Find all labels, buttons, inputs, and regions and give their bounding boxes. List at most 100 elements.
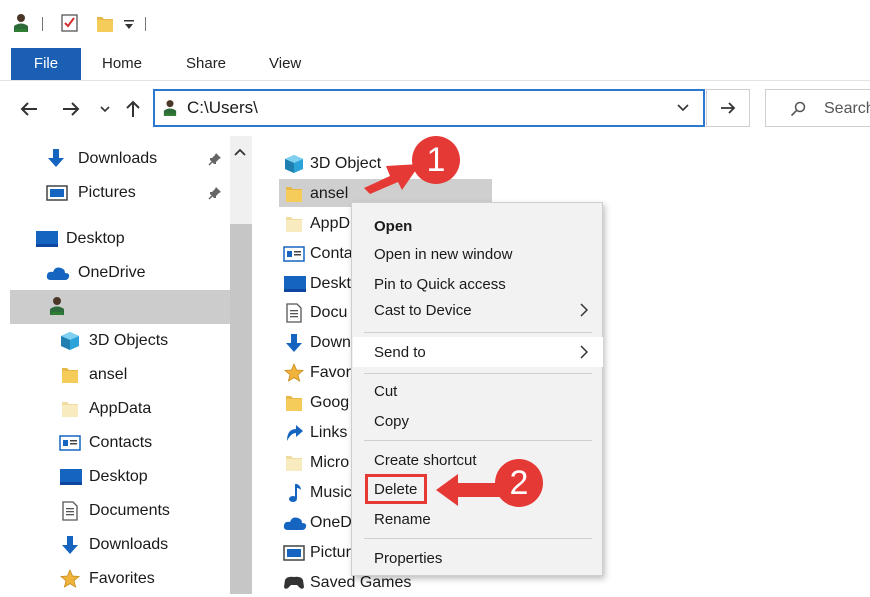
menu-separator <box>364 538 592 539</box>
content-item-label: Pictur <box>310 544 351 561</box>
nav-item-label: AppData <box>89 400 152 417</box>
nav-item-label: Contacts <box>89 434 153 451</box>
nav-item-label: Downloads <box>78 150 158 167</box>
new-folder-icon[interactable] <box>95 13 115 35</box>
toolbar-separator <box>145 17 146 31</box>
folder-faded-icon <box>284 452 304 474</box>
music-note-icon <box>286 483 302 503</box>
nav-item-label: Downloads <box>89 536 169 553</box>
folder-icon <box>284 392 304 414</box>
nav-item-label: OneDrive <box>78 264 146 281</box>
nav-scrollbar-thumb[interactable] <box>230 224 252 594</box>
content-item-documents[interactable]: Docu <box>282 299 352 327</box>
nav-item-label: Desktop <box>66 230 125 247</box>
menu-item-copy[interactable]: Copy <box>374 412 409 432</box>
folder-faded-icon <box>284 213 304 235</box>
nav-item-desktop-user[interactable]: Desktop <box>56 462 230 492</box>
nav-item-downloads[interactable]: Downloads <box>56 530 230 560</box>
nav-item-label: ansel <box>89 366 128 383</box>
content-item-label: AppD <box>310 215 351 232</box>
content-item-downloads[interactable]: Down <box>282 329 352 357</box>
content-item-desktop[interactable]: Deskt <box>282 270 352 298</box>
tab-home[interactable]: Home <box>102 48 142 80</box>
address-dropdown-chevron-icon[interactable] <box>677 104 689 112</box>
menu-item-cast-to-device[interactable]: Cast to Device <box>374 301 472 321</box>
content-item-contacts[interactable]: Conta <box>282 240 353 268</box>
quick-access-dropdown-icon[interactable] <box>123 19 135 31</box>
tab-share[interactable]: Share <box>186 48 226 80</box>
properties-checkbox-icon[interactable] <box>61 13 79 33</box>
scroll-up-chevron-icon[interactable] <box>234 148 246 156</box>
content-item-links[interactable]: Links <box>282 419 352 447</box>
content-item-label: Conta <box>310 245 353 262</box>
download-arrow-icon <box>46 148 66 168</box>
go-button[interactable] <box>706 89 750 127</box>
back-arrow-icon[interactable] <box>20 102 38 116</box>
navigation-bar: C:\Users\ Search <box>0 82 870 136</box>
content-item-label: Docu <box>310 304 348 321</box>
star-icon <box>284 363 304 383</box>
nav-item-3d-objects[interactable]: 3D Objects <box>56 326 230 356</box>
nav-item-appdata[interactable]: AppData <box>56 394 230 424</box>
pin-icon[interactable] <box>208 152 222 166</box>
menu-separator <box>364 332 592 333</box>
onedrive-cloud-icon <box>283 515 307 531</box>
content-item-appdata[interactable]: AppD <box>282 210 352 238</box>
content-item-label: ansel <box>310 185 349 202</box>
user-folder-icon <box>163 99 177 117</box>
nav-item-label: Favorites <box>89 570 155 587</box>
recent-locations-chevron-icon[interactable] <box>100 106 110 113</box>
nav-item-label: Pictures <box>78 184 136 201</box>
menu-item-properties[interactable]: Properties <box>374 549 442 569</box>
nav-item-pictures-pinned[interactable]: Pictures <box>40 178 230 208</box>
nav-item-user-selected[interactable] <box>10 290 230 324</box>
content-item-label: Goog <box>310 394 350 411</box>
search-icon <box>790 101 806 117</box>
contacts-icon <box>59 434 81 452</box>
toolbar-separator <box>42 17 43 31</box>
user-folder-icon <box>49 296 65 316</box>
content-item-pictures[interactable]: Pictur <box>282 539 352 567</box>
tab-view[interactable]: View <box>269 48 301 80</box>
menu-item-rename[interactable]: Rename <box>374 510 431 530</box>
nav-item-desktop[interactable]: Desktop <box>30 224 230 254</box>
pin-icon[interactable] <box>208 186 222 200</box>
address-path[interactable]: C:\Users\ <box>187 98 258 118</box>
content-item-label: Links <box>310 424 348 441</box>
content-item-google[interactable]: Goog <box>282 389 352 417</box>
user-folder-icon[interactable] <box>13 13 29 33</box>
desktop-icon <box>283 275 307 293</box>
content-item-microsoft[interactable]: Micro <box>282 449 352 477</box>
menu-item-pin-quick-access[interactable]: Pin to Quick access <box>374 275 506 295</box>
nav-item-onedrive[interactable]: OneDrive <box>40 258 230 288</box>
onedrive-cloud-icon <box>46 265 70 281</box>
address-bar[interactable]: C:\Users\ <box>153 89 705 127</box>
search-box[interactable]: Search <box>765 89 870 127</box>
delete-highlight-box <box>365 474 427 504</box>
content-item-favorites[interactable]: Favor <box>282 359 352 387</box>
contacts-icon <box>283 245 305 263</box>
submenu-chevron-icon <box>580 345 588 359</box>
menu-item-send-to[interactable]: Send to <box>374 343 426 363</box>
nav-item-documents[interactable]: Documents <box>56 496 230 526</box>
download-arrow-icon <box>284 333 304 353</box>
up-arrow-icon[interactable] <box>126 100 140 118</box>
forward-arrow-icon[interactable] <box>62 102 80 116</box>
callout-badge-1: 1 <box>412 136 460 184</box>
content-item-onedrive[interactable]: OneD <box>282 509 352 537</box>
menu-item-open-new-window[interactable]: Open in new window <box>374 245 512 265</box>
callout-badge-2: 2 <box>495 459 543 507</box>
nav-item-contacts[interactable]: Contacts <box>56 428 230 458</box>
tab-file[interactable]: File <box>11 48 81 80</box>
desktop-icon <box>35 230 59 248</box>
nav-item-label: Desktop <box>89 468 148 485</box>
nav-item-favorites[interactable]: Favorites <box>56 564 230 594</box>
pictures-icon <box>283 543 305 563</box>
content-item-music[interactable]: Music <box>282 479 352 507</box>
menu-item-open[interactable]: Open <box>374 217 412 237</box>
nav-item-downloads-pinned[interactable]: Downloads <box>40 144 230 174</box>
nav-item-ansel[interactable]: ansel <box>56 360 230 390</box>
menu-item-cut[interactable]: Cut <box>374 382 397 402</box>
context-menu: Open Open in new window Pin to Quick acc… <box>351 202 603 576</box>
search-placeholder: Search <box>824 100 870 117</box>
